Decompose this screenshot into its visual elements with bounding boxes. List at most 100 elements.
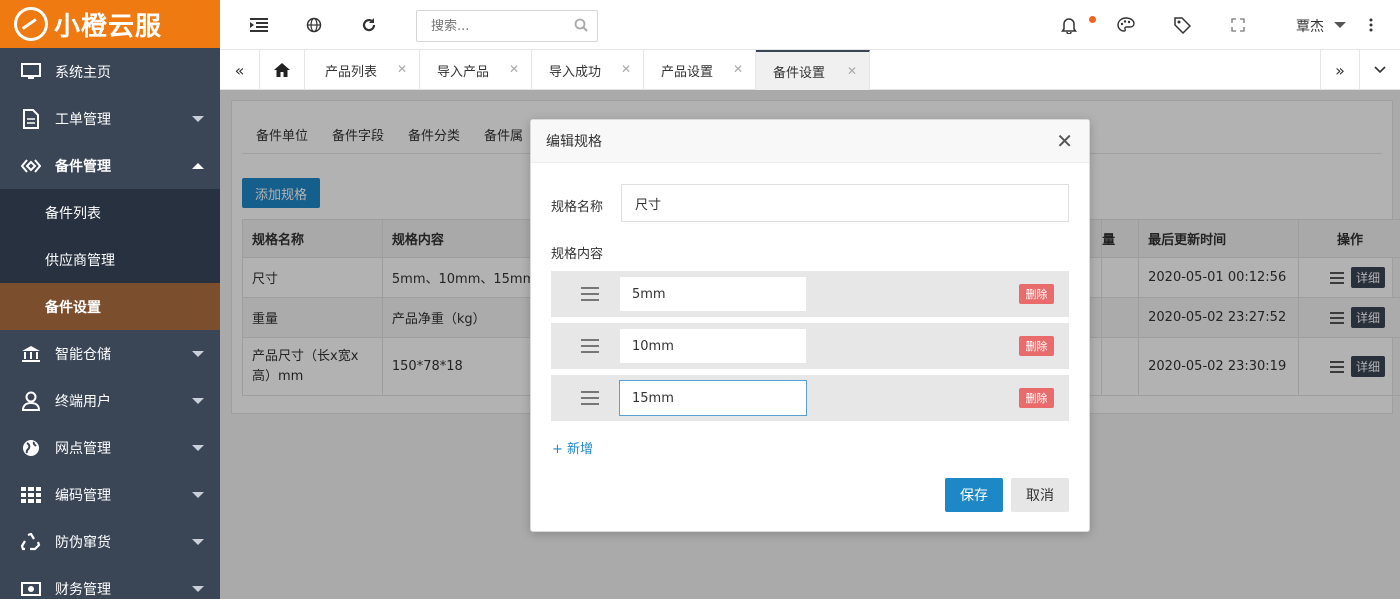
bank-icon [20,344,42,364]
sidebar-item-label: 网点管理 [55,440,111,457]
sidebar-item-label: 防伪窜货 [55,534,111,551]
tab-product-list[interactable]: 产品列表 ✕ [308,50,420,90]
tab-label: 导入产品 [437,64,490,80]
dialog-header: 编辑规格 [531,120,1089,163]
chevron-down-icon [192,398,204,404]
close-icon[interactable]: ✕ [509,62,519,76]
sidebar-item-label: 工单管理 [55,111,111,128]
spec-value-row: 删除 [551,271,1069,317]
sidebar-item-outlets[interactable]: 网点管理 [0,424,220,471]
spec-value-input[interactable] [619,380,807,416]
sidebar-item-spareparts[interactable]: 备件管理 [0,142,220,189]
close-icon[interactable]: ✕ [621,62,631,76]
chevron-down-icon [192,351,204,357]
tag-icon[interactable] [1173,16,1191,34]
menu-toggle-icon[interactable] [250,16,268,34]
dialog-title: 编辑规格 [546,134,602,150]
chevron-down-icon [192,116,204,122]
logo-mark-icon [14,7,48,41]
edit-spec-dialog: 编辑规格 ✕ 规格名称 尺寸 规格内容 删除 删除 删除 + 新增 保存 取消 [530,119,1090,532]
monitor-icon [20,62,42,82]
drag-handle-icon[interactable] [581,287,599,301]
sidebar-item-endusers[interactable]: 终端用户 [0,377,220,424]
tab-product-settings[interactable]: 产品设置 ✕ [644,50,756,90]
close-icon[interactable]: ✕ [847,64,857,78]
diamond-icon [20,156,42,176]
spec-name-input[interactable]: 尺寸 [621,184,1069,222]
recycle-icon [20,532,42,552]
tab-bar: « 产品列表 ✕ 导入产品 ✕ 导入成功 ✕ 产品设置 ✕ 备件设置 ✕ » [220,50,1400,90]
chevron-down-icon[interactable] [1334,22,1346,28]
globe-icon [20,438,42,458]
tab-label: 产品设置 [661,64,714,80]
delete-button[interactable]: 删除 [1019,284,1054,304]
tab-label: 产品列表 [325,64,378,80]
cancel-button[interactable]: 取消 [1011,478,1069,512]
home-icon [274,63,290,77]
home-tab[interactable] [260,50,305,90]
grid-icon [20,485,42,505]
refresh-icon[interactable] [360,16,378,34]
globe-icon[interactable] [305,16,323,34]
notification-dot [1089,16,1096,23]
search-icon[interactable] [574,18,588,36]
sidebar-subitem-label: 备件设置 [45,299,101,316]
fullscreen-icon[interactable] [1229,16,1247,34]
tab-scroll-left-button[interactable]: « [220,50,260,90]
chevron-down-icon [192,539,204,545]
logo[interactable]: 小橙云服 [0,0,220,48]
tab-import-success[interactable]: 导入成功 ✕ [532,50,644,90]
bell-icon[interactable] [1060,16,1078,34]
palette-icon[interactable] [1117,16,1135,34]
money-icon [20,579,42,599]
sidebar-item-home[interactable]: 系统主页 [0,48,220,95]
sidebar-item-workorder[interactable]: 工单管理 [0,95,220,142]
spec-name-label: 规格名称 [551,200,604,215]
chevron-down-icon [192,492,204,498]
sidebar-item-label: 备件管理 [55,158,111,175]
close-icon[interactable]: ✕ [1056,131,1073,151]
tab-scroll-right-button[interactable]: » [1320,50,1360,90]
tab-parts-settings[interactable]: 备件设置 ✕ [756,50,870,90]
add-spec-value-link[interactable]: + 新增 [552,438,593,457]
drag-handle-icon[interactable] [581,391,599,405]
sidebar-item-anticounterfeit[interactable]: 防伪窜货 [0,518,220,565]
tab-import-product[interactable]: 导入产品 ✕ [420,50,532,90]
logo-text: 小橙云服 [54,11,163,42]
delete-button[interactable]: 删除 [1019,336,1054,356]
topbar: 覃杰 [220,0,1400,50]
spec-content-label: 规格内容 [551,247,604,262]
close-icon[interactable]: ✕ [733,62,743,76]
sidebar-subitem-label: 供应商管理 [45,252,115,269]
spec-value-input[interactable] [619,328,807,364]
user-name[interactable]: 覃杰 [1296,16,1324,36]
spec-value-input[interactable] [619,276,807,312]
close-icon[interactable]: ✕ [397,62,407,76]
sidebar-subitem-label: 备件列表 [45,205,101,222]
tab-menu-button[interactable] [1360,50,1400,90]
chevron-down-icon [192,586,204,592]
sidebar-item-coding[interactable]: 编码管理 [0,471,220,518]
spec-value-row: 删除 [551,323,1069,369]
tab-label: 备件设置 [773,65,826,81]
sidebar-subitem-suppliers[interactable]: 供应商管理 [0,236,220,283]
drag-handle-icon[interactable] [581,339,599,353]
sidebar-subitem-parts-settings[interactable]: 备件设置 [0,283,220,330]
search-input[interactable] [416,10,598,42]
chevron-up-icon [192,163,204,169]
delete-button[interactable]: 删除 [1019,388,1054,408]
sidebar: 小橙云服 系统主页 工单管理 备件管理 备件列表 供应商管理 备件设置 智能仓储 [0,0,220,599]
user-icon [20,391,42,411]
chevron-down-icon [1374,66,1386,74]
sidebar-item-label: 财务管理 [55,581,111,598]
document-icon [20,108,42,129]
more-vertical-icon[interactable] [1362,16,1380,34]
save-button[interactable]: 保存 [945,478,1003,512]
sidebar-subitem-parts-list[interactable]: 备件列表 [0,189,220,236]
sidebar-item-warehouse[interactable]: 智能仓储 [0,330,220,377]
spec-value-row: 删除 [551,375,1069,421]
tab-label: 导入成功 [549,64,602,80]
chevron-down-icon [192,445,204,451]
sidebar-item-finance[interactable]: 财务管理 [0,565,220,599]
sidebar-item-label: 终端用户 [55,393,111,410]
